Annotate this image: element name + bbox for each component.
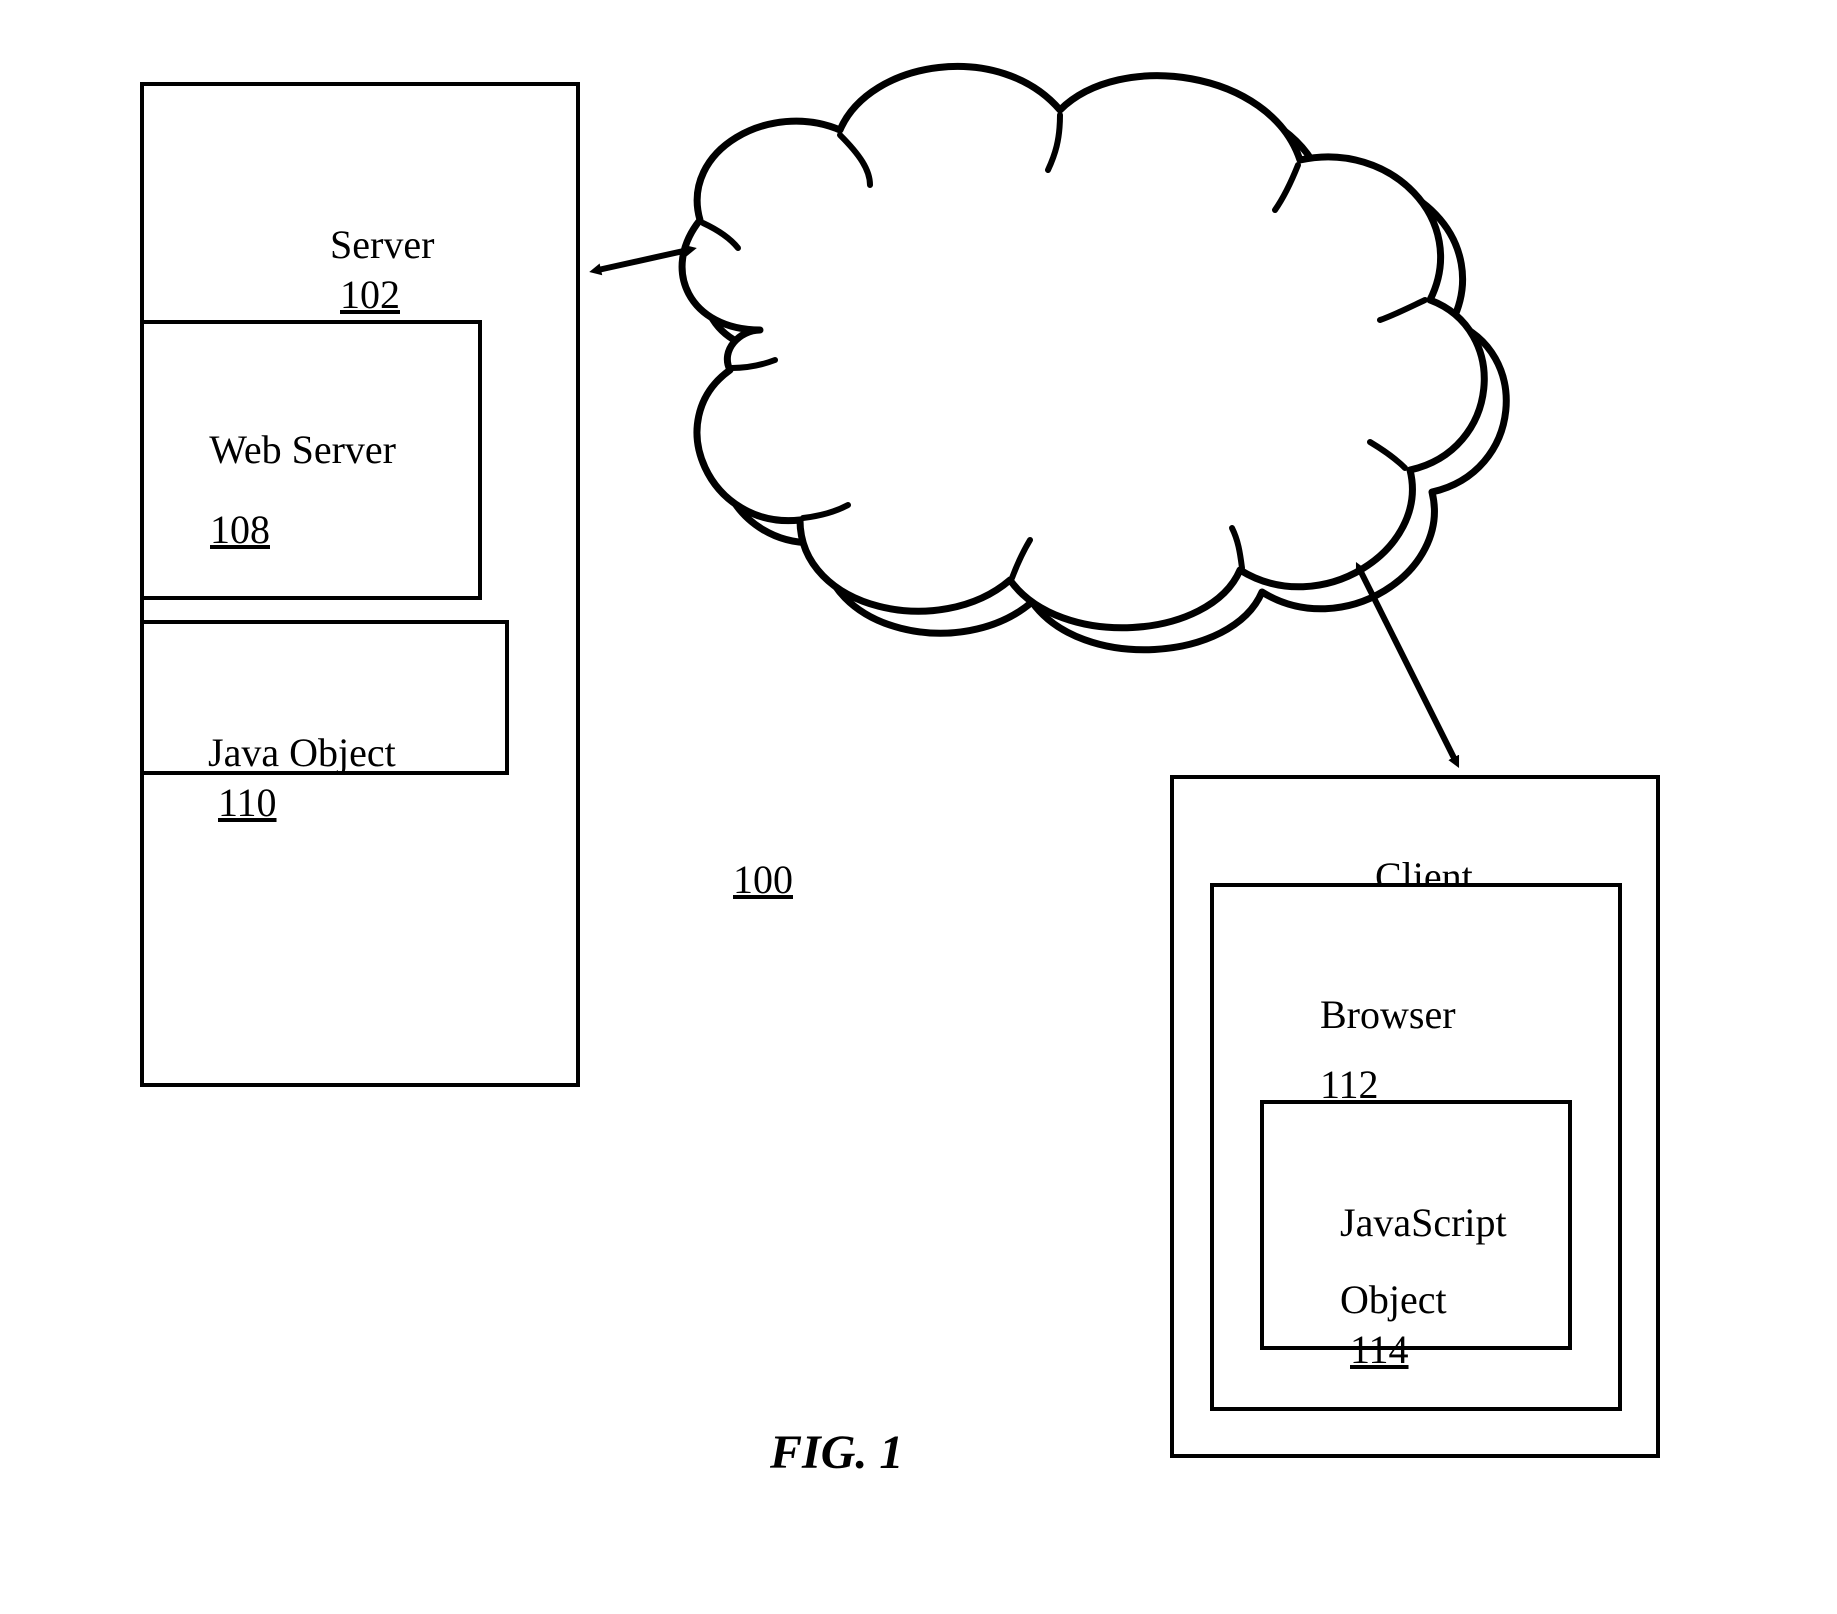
js-object-line2: Object 114 bbox=[1300, 1225, 1447, 1425]
java-object-label: Java Object 110 bbox=[168, 678, 396, 878]
java-object-ref: 110 bbox=[218, 780, 277, 825]
system-ref: 100 bbox=[733, 857, 793, 902]
figure-caption: FIG. 1 bbox=[770, 1425, 903, 1480]
js-object-ref: 114 bbox=[1350, 1327, 1409, 1372]
system-ref-label: 100 bbox=[693, 805, 793, 955]
java-object-text: Java Object bbox=[208, 730, 396, 775]
server-ref: 102 bbox=[340, 272, 400, 317]
diagram-stage: Server 102 Web Server 108 Java Object 11… bbox=[0, 0, 1837, 1614]
figure-caption-text: FIG. 1 bbox=[770, 1426, 903, 1479]
arrow-server-cloud bbox=[598, 250, 688, 270]
cloud-ref: 106 bbox=[1070, 297, 1130, 342]
web-server-ref-label: 108 bbox=[170, 455, 270, 605]
js-object-text2: Object bbox=[1340, 1277, 1447, 1322]
arrow-cloud-client bbox=[1360, 570, 1455, 760]
server-text: Server bbox=[330, 222, 434, 267]
web-server-ref: 108 bbox=[210, 507, 270, 552]
cloud-ref-label: 106 bbox=[1030, 245, 1130, 395]
